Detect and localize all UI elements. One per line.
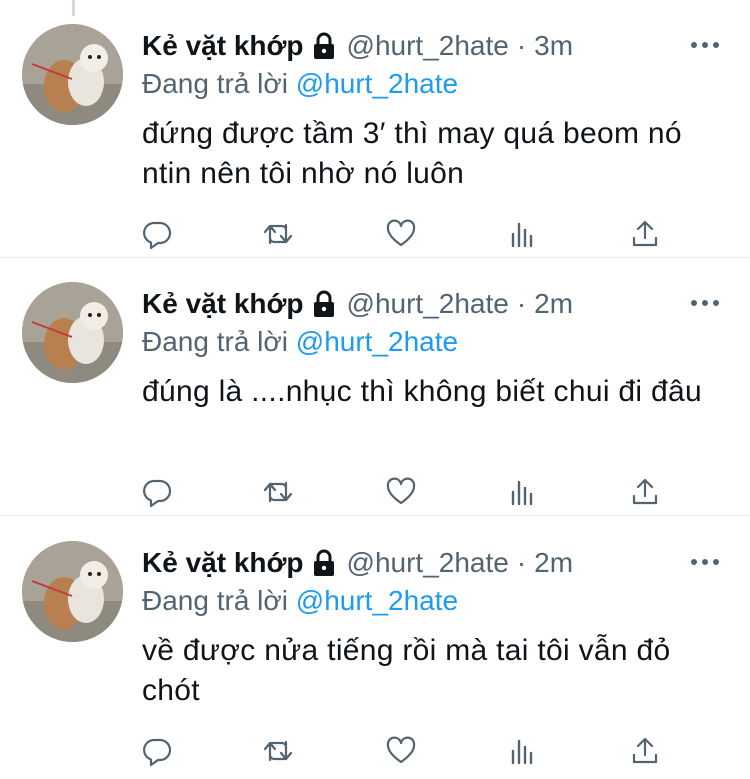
avatar[interactable] <box>22 541 123 642</box>
share-icon[interactable] <box>625 214 665 254</box>
more-icon[interactable] <box>690 547 720 577</box>
more-icon[interactable] <box>690 288 720 318</box>
analytics-icon[interactable] <box>503 731 543 771</box>
replying-to-label: Đang trả lời <box>142 68 288 99</box>
separator-dot: · <box>516 30 527 61</box>
share-icon[interactable] <box>625 472 665 512</box>
reply-icon[interactable] <box>137 214 177 254</box>
heart-icon[interactable] <box>381 472 421 512</box>
replying-to-label: Đang trả lời <box>142 326 288 357</box>
action-bar <box>0 472 750 512</box>
replying-to: Đang trả lời @hurt_2hate <box>142 326 458 358</box>
tweet-divider <box>0 515 750 516</box>
heart-icon[interactable] <box>381 214 421 254</box>
heart-icon[interactable] <box>381 731 421 771</box>
replying-to: Đang trả lời @hurt_2hate <box>142 68 458 100</box>
retweet-icon[interactable] <box>258 214 298 254</box>
tweet-text: đứng được tầm 3′ thì may quá beom nó nti… <box>142 117 682 190</box>
user-handle[interactable]: @hurt_2hate <box>347 547 509 579</box>
replying-to-label: Đang trả lời <box>142 585 288 616</box>
timestamp[interactable]: 3m <box>534 30 573 62</box>
share-icon[interactable] <box>625 731 665 771</box>
lock-icon <box>311 289 337 319</box>
avatar[interactable] <box>22 282 123 383</box>
display-name[interactable]: Kẻ vặt khớp <box>142 30 304 62</box>
analytics-icon[interactable] <box>503 214 543 254</box>
lock-icon <box>311 31 337 61</box>
avatar[interactable] <box>22 24 123 125</box>
user-handle[interactable]: @hurt_2hate <box>347 288 509 320</box>
retweet-icon[interactable] <box>258 731 298 771</box>
retweet-icon[interactable] <box>258 472 298 512</box>
timestamp[interactable]: 2m <box>534 288 573 320</box>
tweet-text: về được nửa tiếng rồi mà tai tôi vẫn đỏ … <box>142 634 671 707</box>
tweet[interactable]: Kẻ vặt khớp @hurt_2hate · 2m Đang trả lờ… <box>0 517 750 775</box>
replying-to: Đang trả lời @hurt_2hate <box>142 585 458 617</box>
action-bar <box>0 214 750 254</box>
tweet[interactable]: Kẻ vặt khớp @hurt_2hate · 3m Đang trả lờ… <box>0 0 750 258</box>
lock-icon <box>311 548 337 578</box>
tweet[interactable]: Kẻ vặt khớp @hurt_2hate · 2m Đang trả lờ… <box>0 258 750 516</box>
user-handle[interactable]: @hurt_2hate <box>347 30 509 62</box>
mention-link[interactable]: @hurt_2hate <box>296 326 458 357</box>
action-bar <box>0 731 750 771</box>
analytics-icon[interactable] <box>503 472 543 512</box>
timestamp[interactable]: 2m <box>534 547 573 579</box>
display-name[interactable]: Kẻ vặt khớp <box>142 547 304 579</box>
reply-icon[interactable] <box>137 731 177 771</box>
separator-dot: · <box>516 547 527 578</box>
display-name[interactable]: Kẻ vặt khớp <box>142 288 304 320</box>
mention-link[interactable]: @hurt_2hate <box>296 68 458 99</box>
more-icon[interactable] <box>690 30 720 60</box>
reply-icon[interactable] <box>137 472 177 512</box>
separator-dot: · <box>516 288 527 319</box>
tweet-text: đúng là ....nhục thì không biết chui đi … <box>142 375 702 408</box>
mention-link[interactable]: @hurt_2hate <box>296 585 458 616</box>
